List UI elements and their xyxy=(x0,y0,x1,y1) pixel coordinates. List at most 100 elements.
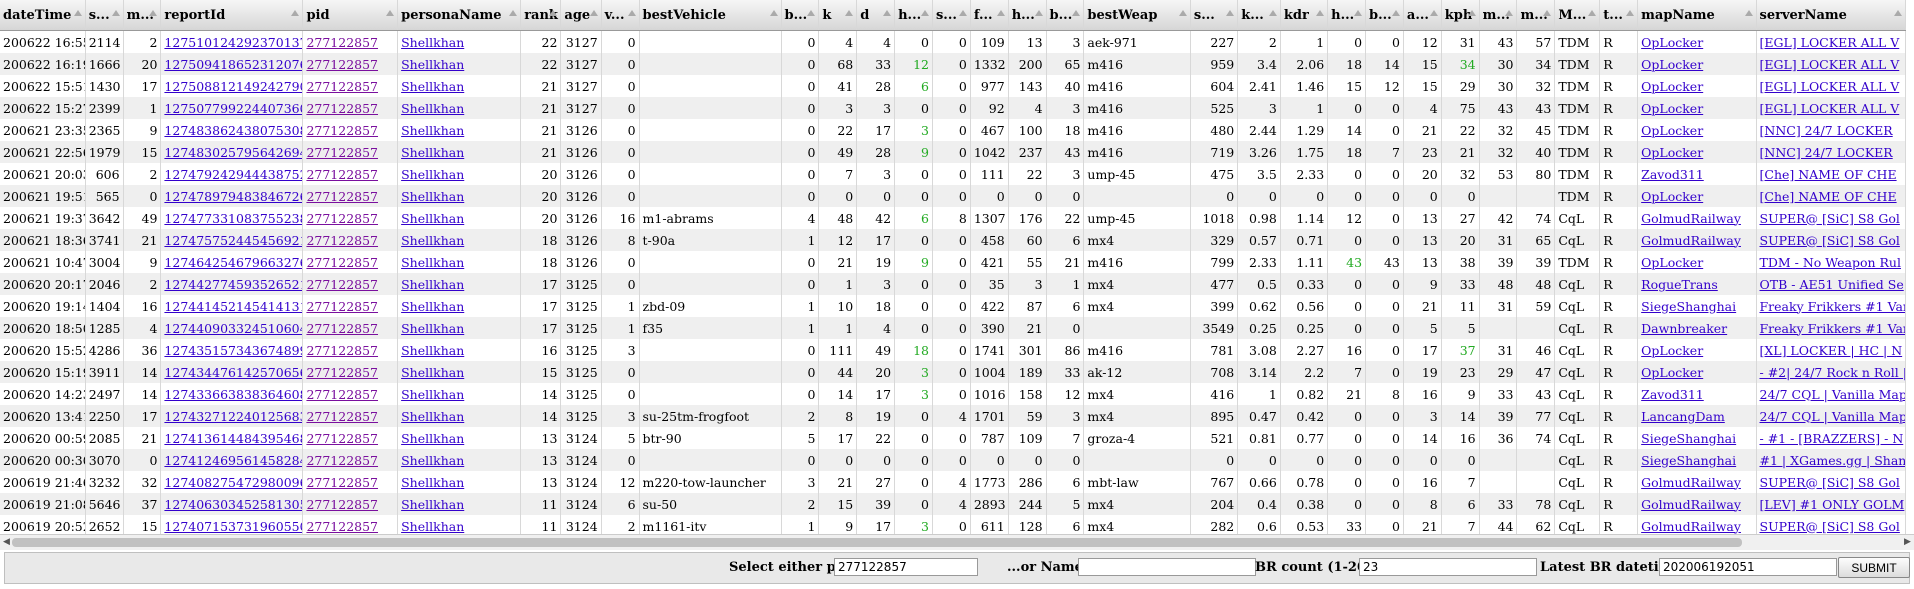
column-header[interactable]: kph xyxy=(1441,0,1480,31)
sort-asc-icon[interactable] xyxy=(807,10,816,16)
pid-link[interactable]: 277122857 xyxy=(306,475,378,490)
persona-link[interactable]: Shellkhan xyxy=(401,343,464,358)
column-header[interactable]: dateTime xyxy=(0,0,86,31)
report-link[interactable]: 1274792429444387520 xyxy=(164,167,302,182)
map-link[interactable]: SiegeShanghai xyxy=(1641,431,1736,446)
pid-link[interactable]: 277122857 xyxy=(306,343,378,358)
map-link[interactable]: Zavod311 xyxy=(1641,387,1704,402)
report-link[interactable]: 1274351573436748992 xyxy=(164,343,302,358)
column-header[interactable]: personaName xyxy=(397,0,522,31)
column-header[interactable]: M... xyxy=(1554,0,1601,31)
server-link[interactable]: 24/7 CQL | Vanilla Map xyxy=(1760,409,1905,424)
pid-link[interactable]: 277122857 xyxy=(306,123,378,138)
server-link[interactable]: TDM - No Weapon Rul xyxy=(1760,255,1901,270)
sort-asc-icon[interactable] xyxy=(1894,10,1902,16)
pid-link[interactable]: 277122857 xyxy=(306,57,378,72)
column-header[interactable]: v... xyxy=(601,0,640,31)
sort-asc-icon[interactable] xyxy=(1588,10,1597,16)
pid-link[interactable]: 277122857 xyxy=(306,365,378,380)
sort-asc-icon[interactable] xyxy=(627,10,636,16)
column-header[interactable]: serverName xyxy=(1756,0,1906,31)
map-link[interactable]: GolmudRailway xyxy=(1641,233,1741,248)
pid-link[interactable]: 277122857 xyxy=(306,189,378,204)
map-link[interactable]: OpLocker xyxy=(1641,343,1703,358)
map-link[interactable]: SiegeShanghai xyxy=(1641,453,1736,468)
column-header[interactable]: pid xyxy=(302,0,399,31)
sort-asc-icon[interactable] xyxy=(73,10,82,16)
column-header[interactable]: k... xyxy=(1237,0,1281,31)
server-link[interactable]: [LEV] #1 ONLY GOLM xyxy=(1760,497,1905,512)
report-link[interactable]: 1274642546796632768 xyxy=(164,255,302,270)
column-header[interactable]: s... xyxy=(85,0,124,31)
map-link[interactable]: RogueTrans xyxy=(1641,277,1718,292)
sort-asc-icon[interactable] xyxy=(1626,10,1635,16)
report-link[interactable]: 1274063034525813056 xyxy=(164,497,302,512)
map-link[interactable]: GolmudRailway xyxy=(1641,211,1741,226)
server-link[interactable]: SUPER@ [SiC] S8 Gol xyxy=(1760,519,1900,534)
sort-asc-icon[interactable] xyxy=(1268,10,1277,16)
server-link[interactable]: SUPER@ [SiC] S8 Gol xyxy=(1760,233,1900,248)
map-link[interactable]: OpLocker xyxy=(1641,57,1703,72)
scroll-right-icon[interactable]: ▶ xyxy=(1902,537,1913,548)
submit-button[interactable]: SUBMIT xyxy=(1838,557,1910,578)
report-link[interactable]: 1274838624380753088 xyxy=(164,123,302,138)
persona-link[interactable]: Shellkhan xyxy=(401,299,464,314)
server-link[interactable]: Freaky Frikkers #1 Van xyxy=(1760,299,1905,314)
sort-asc-icon[interactable] xyxy=(1316,10,1325,16)
report-link[interactable]: 1275077992244073600 xyxy=(164,101,302,116)
report-link[interactable]: 1275088121492427904 xyxy=(164,79,302,94)
persona-link[interactable]: Shellkhan xyxy=(401,79,464,94)
sort-asc-icon[interactable] xyxy=(1072,10,1081,16)
report-link[interactable]: 1274344761425706560 xyxy=(164,365,302,380)
pid-link[interactable]: 277122857 xyxy=(306,101,378,116)
server-link[interactable]: [XL] LOCKER | HC | N xyxy=(1760,343,1903,358)
column-header[interactable]: k xyxy=(818,0,858,31)
sort-asc-icon[interactable] xyxy=(1354,10,1363,16)
sort-asc-icon[interactable] xyxy=(958,10,967,16)
column-header[interactable]: m... xyxy=(1516,0,1556,31)
pid-link[interactable]: 277122857 xyxy=(306,277,378,292)
sort-asc-icon[interactable] xyxy=(1034,10,1043,16)
map-link[interactable]: OpLocker xyxy=(1641,79,1703,94)
map-link[interactable]: OpLocker xyxy=(1641,101,1703,116)
server-link[interactable]: [EGL] LOCKER ALL V xyxy=(1760,79,1900,94)
column-header[interactable]: m... xyxy=(1479,0,1518,31)
map-link[interactable]: GolmudRailway xyxy=(1641,497,1741,512)
sort-asc-icon[interactable] xyxy=(589,10,598,16)
report-link[interactable]: 1274773310837552384 xyxy=(164,211,302,226)
server-link[interactable]: [EGL] LOCKER ALL V xyxy=(1760,57,1900,72)
pid-link[interactable]: 277122857 xyxy=(306,211,378,226)
scrollbar-thumb[interactable] xyxy=(12,538,1742,547)
datetime-input[interactable] xyxy=(1659,558,1837,576)
column-header[interactable]: h... xyxy=(1327,0,1367,31)
sort-asc-icon[interactable] xyxy=(996,10,1005,16)
sort-asc-icon[interactable] xyxy=(509,10,518,16)
report-link[interactable]: 1274071537319605504 xyxy=(164,519,302,534)
column-header[interactable]: f... xyxy=(970,0,1009,31)
server-link[interactable]: Freaky Frikkers #1 Van xyxy=(1760,321,1905,336)
pid-link[interactable]: 277122857 xyxy=(306,519,378,534)
sort-asc-icon[interactable] xyxy=(1178,10,1187,16)
report-link[interactable]: 1274136144843954688 xyxy=(164,431,302,446)
map-link[interactable]: GolmudRailway xyxy=(1641,475,1741,490)
sort-asc-icon[interactable] xyxy=(1505,10,1514,16)
report-link[interactable]: 1275094186523120768 xyxy=(164,57,302,72)
column-header[interactable]: age xyxy=(560,0,602,31)
scroll-left-icon[interactable]: ◀ xyxy=(1,537,12,548)
persona-link[interactable]: Shellkhan xyxy=(401,409,464,424)
server-link[interactable]: - #1 - [BRAZZERS] - N xyxy=(1760,431,1904,446)
persona-link[interactable]: Shellkhan xyxy=(401,321,464,336)
report-link[interactable]: 1274789794838467264 xyxy=(164,189,302,204)
persona-link[interactable]: Shellkhan xyxy=(401,211,464,226)
map-link[interactable]: LancangDam xyxy=(1641,409,1725,424)
sort-asc-icon[interactable] xyxy=(920,10,929,16)
sort-asc-icon[interactable] xyxy=(549,10,558,16)
map-link[interactable]: Zavod311 xyxy=(1641,167,1704,182)
pid-link[interactable]: 277122857 xyxy=(306,431,378,446)
pid-link[interactable]: 277122857 xyxy=(306,145,378,160)
persona-link[interactable]: Shellkhan xyxy=(401,453,464,468)
sort-asc-icon[interactable] xyxy=(769,10,778,16)
persona-link[interactable]: Shellkhan xyxy=(401,431,464,446)
name-input[interactable] xyxy=(1078,558,1256,576)
map-link[interactable]: SiegeShanghai xyxy=(1641,299,1736,314)
